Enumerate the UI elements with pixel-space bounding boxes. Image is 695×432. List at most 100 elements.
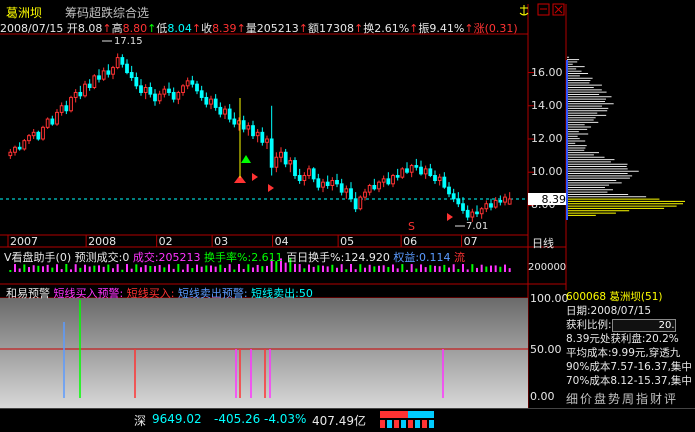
candle-body[interactable] bbox=[307, 168, 311, 177]
candle-body[interactable] bbox=[8, 151, 13, 157]
candle-body[interactable] bbox=[241, 120, 246, 130]
candle-body[interactable] bbox=[64, 105, 69, 112]
candle-body[interactable] bbox=[185, 80, 190, 87]
candle-body[interactable] bbox=[181, 85, 185, 93]
candle-body[interactable] bbox=[148, 86, 153, 95]
candle-body[interactable] bbox=[13, 146, 17, 153]
candle-body[interactable] bbox=[45, 118, 50, 128]
candle-body[interactable] bbox=[157, 93, 162, 102]
candle-body[interactable] bbox=[78, 91, 83, 97]
candle-body[interactable] bbox=[92, 75, 97, 88]
candle-body[interactable] bbox=[456, 198, 461, 205]
candle-body[interactable] bbox=[335, 180, 339, 185]
candle-body[interactable] bbox=[83, 83, 87, 97]
candle-body[interactable] bbox=[321, 181, 325, 188]
candle-body[interactable] bbox=[204, 96, 209, 105]
candle-body[interactable] bbox=[283, 151, 288, 165]
candle-body[interactable] bbox=[87, 83, 92, 88]
candle-body[interactable] bbox=[507, 198, 512, 205]
candle-body[interactable] bbox=[41, 126, 45, 140]
candle-body[interactable] bbox=[36, 131, 41, 140]
candle-body[interactable] bbox=[213, 98, 218, 108]
candle-body[interactable] bbox=[339, 183, 344, 193]
candle-body[interactable] bbox=[461, 203, 465, 211]
candle-body[interactable] bbox=[405, 168, 409, 173]
candle-body[interactable] bbox=[120, 57, 125, 65]
candle-body[interactable] bbox=[269, 138, 274, 168]
candle-body[interactable] bbox=[101, 70, 106, 80]
candle-body[interactable] bbox=[475, 211, 479, 215]
candle-body[interactable] bbox=[470, 211, 475, 218]
candle-body[interactable] bbox=[325, 181, 330, 186]
candle-body[interactable] bbox=[139, 85, 143, 93]
signal-indicator-name[interactable]: 和易预警 bbox=[6, 287, 50, 300]
candle-body[interactable] bbox=[419, 166, 423, 175]
candle-body[interactable] bbox=[22, 140, 27, 150]
candle-body[interactable] bbox=[437, 176, 442, 182]
candle-body[interactable] bbox=[493, 199, 498, 208]
candle-body[interactable] bbox=[349, 188, 353, 200]
candle-body[interactable] bbox=[59, 105, 64, 113]
candle-body[interactable] bbox=[414, 165, 419, 168]
candle-body[interactable] bbox=[106, 70, 111, 75]
candle-body[interactable] bbox=[17, 146, 22, 150]
candle-body[interactable] bbox=[143, 86, 148, 93]
candle-body[interactable] bbox=[31, 131, 36, 137]
candle-body[interactable] bbox=[251, 125, 255, 137]
candle-body[interactable] bbox=[232, 118, 237, 125]
candle-body[interactable] bbox=[302, 175, 307, 182]
candle-body[interactable] bbox=[134, 77, 139, 87]
candle-body[interactable] bbox=[442, 176, 447, 188]
candle-body[interactable] bbox=[227, 108, 232, 120]
candle-body[interactable] bbox=[363, 191, 367, 198]
candle-body[interactable] bbox=[447, 186, 451, 195]
candle-body[interactable] bbox=[451, 193, 456, 200]
candle-body[interactable] bbox=[316, 178, 321, 188]
index-name[interactable]: 深 bbox=[134, 412, 146, 429]
candle-body[interactable] bbox=[73, 91, 78, 98]
candle-body[interactable] bbox=[395, 175, 400, 178]
candle-body[interactable] bbox=[353, 198, 358, 210]
candle-body[interactable] bbox=[279, 151, 283, 158]
anchor-icon[interactable] bbox=[519, 5, 529, 16]
candle-body[interactable] bbox=[311, 168, 316, 180]
candle-body[interactable] bbox=[190, 80, 195, 85]
candle-body[interactable] bbox=[97, 75, 101, 80]
candle-body[interactable] bbox=[330, 180, 335, 186]
candle-body[interactable] bbox=[479, 208, 484, 215]
volume-indicator-name[interactable]: V看盘助手(0) bbox=[4, 251, 71, 264]
candle-body[interactable] bbox=[498, 199, 503, 203]
candle-body[interactable] bbox=[69, 96, 73, 112]
candle-body[interactable] bbox=[484, 203, 489, 210]
candle-body[interactable] bbox=[372, 184, 377, 190]
candle-body[interactable] bbox=[386, 178, 391, 185]
panel-tabs[interactable]: 细价盘势周指财评 bbox=[566, 390, 678, 407]
candle-body[interactable] bbox=[465, 209, 470, 218]
panel-stock[interactable]: 600068 葛洲坝(51) bbox=[566, 290, 695, 304]
candle-body[interactable] bbox=[344, 188, 349, 193]
candle-body[interactable] bbox=[358, 196, 363, 210]
candle-body[interactable] bbox=[209, 98, 213, 105]
candle-body[interactable] bbox=[489, 203, 493, 208]
dayline-label[interactable]: 日线 bbox=[532, 235, 554, 251]
candle-body[interactable] bbox=[129, 72, 134, 79]
candle-body[interactable] bbox=[195, 83, 199, 92]
candle-body[interactable] bbox=[162, 88, 167, 95]
candle-body[interactable] bbox=[171, 91, 176, 100]
candle-body[interactable] bbox=[381, 178, 386, 183]
candle-body[interactable] bbox=[260, 131, 265, 143]
candle-body[interactable] bbox=[428, 168, 433, 177]
candle-body[interactable] bbox=[111, 67, 115, 75]
candle-body[interactable] bbox=[423, 168, 428, 175]
profit-input[interactable]: 20. bbox=[611, 318, 676, 332]
candle-body[interactable] bbox=[433, 175, 437, 182]
candle-body[interactable] bbox=[367, 184, 372, 193]
candle-body[interactable] bbox=[409, 165, 414, 173]
candle-body[interactable] bbox=[288, 160, 293, 165]
candle-body[interactable] bbox=[400, 168, 405, 178]
candle-body[interactable] bbox=[55, 111, 59, 125]
candle-body[interactable] bbox=[167, 88, 171, 93]
candle-body[interactable] bbox=[27, 135, 31, 142]
candle-body[interactable] bbox=[50, 118, 55, 125]
candle-body[interactable] bbox=[255, 131, 260, 137]
